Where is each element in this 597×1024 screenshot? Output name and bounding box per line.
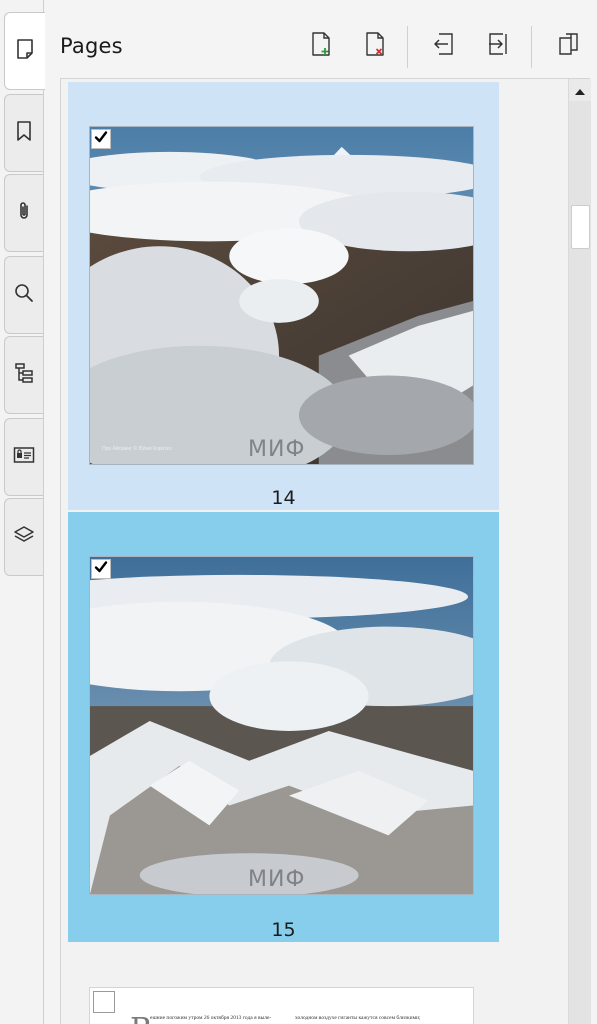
tab-layers[interactable] [4,498,43,576]
page-number: 14 [271,487,296,509]
page-number: 15 [271,919,296,941]
delete-page-button[interactable] [360,30,390,62]
scroll-track[interactable] [569,101,591,1024]
toolbar-separator [531,26,532,68]
import-page-button[interactable] [483,30,513,62]
snowy-mountain-photo [90,557,473,894]
checkmark-icon [93,129,109,149]
page-image: Про Айсминг © Юлия Коротко МИФ [89,126,474,465]
panel-title: Pages [60,34,123,58]
arrow-up-icon [574,81,586,100]
app-window: Pages Про Айсминг © Юлия Коротко МИФ 14 … [0,0,597,1024]
watermark-text: МИФ [248,867,306,892]
drop-cap: В [130,1012,152,1024]
signature-card-icon [12,443,36,471]
search-icon [12,281,36,309]
page-text-right: холодном воздухе гиганты кажутся совсем … [295,1015,421,1021]
page-thumbnail-14[interactable]: Про Айсминг © Юлия Коротко МИФ 14 [68,82,499,510]
tab-bookmarks[interactable] [4,94,43,172]
toolbar-separator [407,26,408,68]
insert-page-icon [308,30,334,62]
extract-page-button[interactable] [429,30,459,62]
side-tab-strip [0,0,45,1024]
replace-page-icon [556,30,582,62]
page-icon [13,37,37,65]
tab-structure[interactable] [4,336,43,414]
import-page-icon [485,30,511,62]
watermark-text: МИФ [248,437,306,462]
page-thumbnail-16[interactable]: В ешние погожим утром 26 октября 2013 го… [89,987,474,1024]
page-checkbox[interactable] [91,559,111,579]
scroll-up-button[interactable] [569,79,591,101]
page-text-left: ешние погожим утром 26 октября 2013 года… [150,1015,272,1021]
checkmark-icon [93,559,109,579]
structure-tree-icon [12,361,36,389]
tab-search[interactable] [4,256,43,334]
scroll-thumb[interactable] [571,205,590,249]
bookmark-icon [12,119,36,147]
panel-header: Pages [44,0,597,78]
page-thumbnail-list[interactable]: Про Айсминг © Юлия Коротко МИФ 14 МИФ 15… [60,78,590,1024]
tab-pages[interactable] [4,12,45,90]
delete-page-icon [362,30,388,62]
page-checkbox[interactable] [93,991,115,1013]
mountain-clouds-photo [90,127,473,464]
paperclip-icon [12,199,36,227]
tab-signatures[interactable] [4,418,43,496]
vertical-scrollbar[interactable] [568,79,591,1024]
insert-page-button[interactable] [306,30,336,62]
pages-panel: Pages Про Айсминг © Юлия Коротко МИФ 14 … [44,0,597,1024]
extract-page-icon [431,30,457,62]
layers-icon [12,523,36,551]
photo-credit: Про Айсминг © Юлия Коротко [102,446,172,452]
tab-attachments[interactable] [4,174,43,252]
replace-page-button[interactable] [554,30,584,62]
page-image: МИФ [89,556,474,895]
page-checkbox[interactable] [91,129,111,149]
page-thumbnail-15[interactable]: МИФ 15 [68,512,499,942]
